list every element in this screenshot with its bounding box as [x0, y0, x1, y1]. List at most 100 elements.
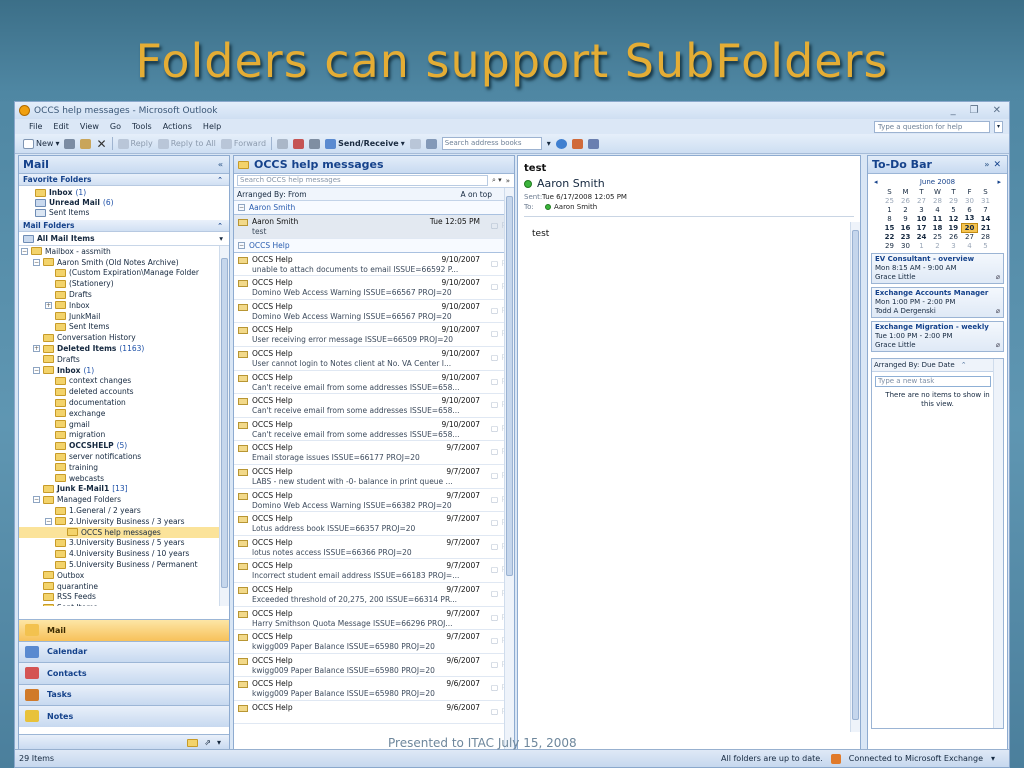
calendar-day[interactable]: 28	[930, 196, 946, 205]
collapse-icon[interactable]: −	[33, 258, 40, 266]
calendar-day[interactable]: 2	[930, 241, 946, 250]
folder-tree-item[interactable]: Junk E-Mail1 [13]	[19, 484, 229, 495]
message-list-scrollbar[interactable]	[504, 188, 514, 750]
chevron-up-icon[interactable]: ⌃	[217, 176, 223, 184]
expand-search-icon[interactable]: »	[506, 177, 510, 185]
calendar-day[interactable]: 25	[882, 196, 898, 205]
calendar-day[interactable]: 28	[978, 232, 994, 241]
restore-button[interactable]: ❐	[970, 105, 979, 116]
folder-tree-item[interactable]: 3.University Business / 5 years	[19, 538, 229, 549]
calendar-day[interactable]: 1	[882, 205, 898, 214]
collapse-icon[interactable]: −	[21, 247, 28, 255]
new-button[interactable]: New ▾	[23, 138, 59, 149]
delete-icon[interactable]: ✕	[96, 137, 106, 151]
arrange-by-label[interactable]: Arranged By: From	[237, 190, 307, 199]
calendar-day[interactable]: 9	[898, 214, 914, 223]
message-row[interactable]: OCCS Help 9/6/2007 kwigg009 Paper Balance …	[234, 677, 514, 701]
reading-pane-scrollbar[interactable]	[850, 222, 860, 732]
folder-tree-item[interactable]: Sent Items	[19, 602, 229, 606]
calendar-day[interactable]: 3	[914, 205, 930, 214]
address-search-input[interactable]: Search address books	[441, 137, 542, 150]
calendar-day[interactable]: 16	[898, 223, 914, 232]
folder-tree-item[interactable]: Drafts	[19, 289, 229, 300]
close-button[interactable]: ✕	[993, 105, 1001, 116]
calendar-day[interactable]: 21	[978, 223, 994, 232]
calendar-day[interactable]: 8	[882, 214, 898, 223]
help-dropdown-icon[interactable]: ▾	[994, 120, 1003, 133]
calendar-day[interactable]: 4	[962, 241, 978, 250]
chevron-down-icon[interactable]: ▾	[219, 234, 223, 243]
collapse-icon[interactable]: −	[33, 496, 40, 504]
nav-button-contacts[interactable]: Contacts	[19, 662, 229, 684]
tasks-arrange-label[interactable]: Arranged By: Due Date	[874, 361, 955, 369]
folder-tree-item[interactable]: − Mailbox - assmith	[19, 246, 229, 257]
prev-month-icon[interactable]: ◂	[874, 178, 878, 186]
calendar-day[interactable]: 26	[898, 196, 914, 205]
reply-all-button[interactable]: Reply to All	[157, 138, 216, 149]
calendar-day[interactable]: 25	[930, 232, 946, 241]
calendar-day[interactable]: 24	[914, 232, 930, 241]
folder-tree-item[interactable]: documentation	[19, 397, 229, 408]
folder-tree-item[interactable]: 1.General / 2 years	[19, 505, 229, 516]
mail-folders-header[interactable]: Mail Folders ⌃	[19, 220, 229, 232]
nav-button-calendar[interactable]: Calendar	[19, 640, 229, 662]
calendar-day[interactable]: 1	[914, 241, 930, 250]
help-icon[interactable]	[555, 138, 567, 149]
message-row[interactable]: OCCS Help 9/10/2007 Domino Web Access Warn…	[234, 276, 514, 300]
folder-tree-item[interactable]: Outbox	[19, 570, 229, 581]
calendar-day[interactable]: 26	[946, 232, 962, 241]
expand-icon[interactable]: +	[45, 301, 52, 309]
nav-button-mail[interactable]: Mail	[19, 619, 229, 641]
folder-tree-item[interactable]: − 2.University Business / 3 years	[19, 516, 229, 527]
menu-actions[interactable]: Actions	[163, 122, 192, 131]
calendar-day[interactable]: 7	[978, 205, 994, 214]
next-month-icon[interactable]: ▸	[997, 178, 1001, 186]
folder-tree-item[interactable]: training	[19, 462, 229, 473]
folder-tree-item[interactable]: + Deleted Items (1163)	[19, 343, 229, 354]
calendar-day[interactable]: 27	[962, 232, 978, 241]
appointment-item[interactable]: Exchange Migration - weekly Tue 1:00 PM -…	[871, 321, 1004, 352]
reply-button[interactable]: Reply	[117, 138, 153, 149]
message-row[interactable]: OCCS Help 9/7/2007 Incorrect student email…	[234, 559, 514, 583]
message-row[interactable]: OCCS Help 9/7/2007 Email storage issues IS…	[234, 441, 514, 465]
folder-tree-item[interactable]: − Managed Folders	[19, 494, 229, 505]
calendar-day[interactable]: 14	[978, 214, 994, 223]
configure-buttons-icon[interactable]: ▾	[217, 738, 221, 747]
shortcuts-icon[interactable]: ⇗	[204, 738, 211, 747]
folder-tree-item[interactable]: Drafts	[19, 354, 229, 365]
help-search-input[interactable]: Type a question for help	[874, 120, 990, 133]
message-row[interactable]: OCCS Help 9/7/2007 LABS - new student with…	[234, 465, 514, 489]
message-row[interactable]: OCCS Help 9/10/2007 User receiving error m…	[234, 323, 514, 347]
favorite-unread-mail[interactable]: Unread Mail (6)	[35, 198, 229, 208]
menu-edit[interactable]: Edit	[53, 122, 69, 131]
connection-status[interactable]: Connected to Microsoft Exchange	[849, 754, 983, 763]
task-list-scrollbar[interactable]	[993, 359, 1003, 728]
follow-up-flag-icon[interactable]	[293, 138, 305, 149]
calendar-day[interactable]: 13	[962, 214, 978, 223]
calendar-day[interactable]: 29	[946, 196, 962, 205]
calendar-day[interactable]: 18	[930, 223, 946, 232]
folder-tree-item[interactable]: RSS Feeds	[19, 592, 229, 603]
to-value[interactable]: Aaron Smith	[554, 202, 597, 212]
calendar-day[interactable]: 10	[914, 214, 930, 223]
folder-tree-item[interactable]: webcasts	[19, 473, 229, 484]
folder-tree-item[interactable]: JunkMail	[19, 311, 229, 322]
menu-file[interactable]: File	[29, 122, 42, 131]
new-task-input[interactable]: Type a new task	[875, 376, 991, 387]
folder-tree-item[interactable]: (Stationery)	[19, 278, 229, 289]
calendar-day[interactable]: 12	[946, 214, 962, 223]
folder-tree-item[interactable]: 5.University Business / Permanent	[19, 559, 229, 570]
folder-tree-scrollbar[interactable]	[219, 246, 229, 606]
scroll-thumb[interactable]	[852, 230, 859, 720]
calendar-day[interactable]: 30	[898, 241, 914, 250]
scroll-thumb[interactable]	[221, 258, 228, 588]
chevron-down-icon[interactable]: ▾	[991, 754, 995, 763]
collapse-icon[interactable]: −	[238, 241, 245, 249]
message-row[interactable]: OCCS Help 9/10/2007 Can't receive email fr…	[234, 418, 514, 442]
search-icon[interactable]: ⌕ ▾	[492, 176, 502, 185]
instant-search-input[interactable]: Search OCCS help messages	[237, 175, 489, 186]
favorite-inbox[interactable]: Inbox (1)	[35, 188, 229, 198]
rules-icon[interactable]	[309, 138, 321, 149]
message-row[interactable]: OCCS Help 9/7/2007 Lotus address book ISSU…	[234, 512, 514, 536]
calendar-day[interactable]: 31	[978, 196, 994, 205]
